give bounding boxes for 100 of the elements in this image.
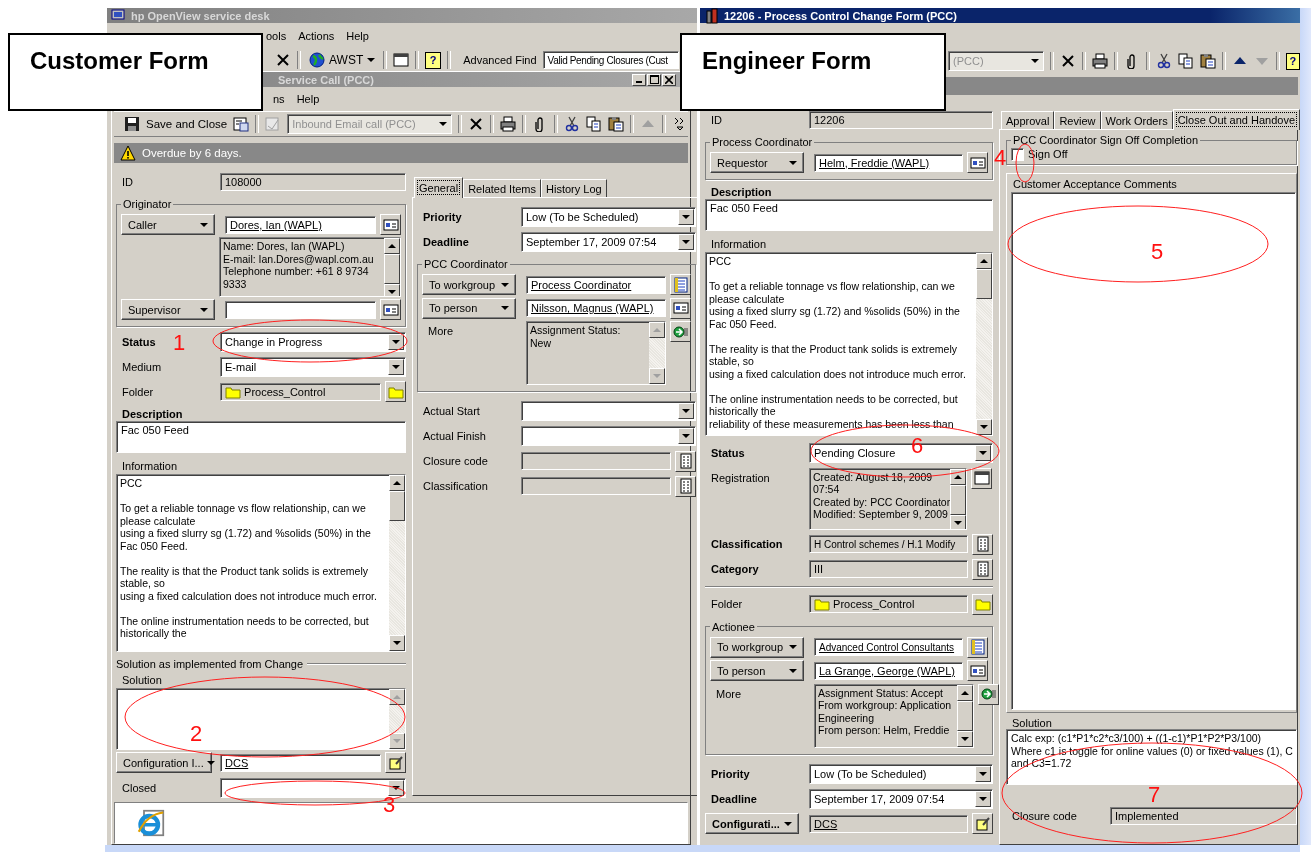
save-icon[interactable] xyxy=(124,116,140,132)
scrollbar[interactable] xyxy=(105,845,1300,852)
field-label: Priority xyxy=(422,210,462,223)
person-dropdown-button[interactable]: To person xyxy=(422,297,516,319)
tab[interactable]: Close Out and Handove xyxy=(1172,109,1300,130)
status-dropdown[interactable]: Change in Progress xyxy=(220,331,406,352)
configuration-dropdown-button[interactable]: Configuration I... xyxy=(116,752,212,773)
contact-card-button[interactable] xyxy=(380,299,401,320)
printer-icon[interactable] xyxy=(500,116,516,132)
tab[interactable]: Approval xyxy=(1001,111,1055,129)
configuration-field[interactable]: DCS xyxy=(809,814,968,833)
cut-icon[interactable] xyxy=(1155,53,1172,69)
closed-dropdown[interactable] xyxy=(220,777,406,798)
actual-start-dropdown[interactable] xyxy=(521,401,696,421)
person-field[interactable]: La Grange, George (WAPL) xyxy=(814,661,963,680)
menu-item[interactable]: Help xyxy=(295,93,321,105)
paste-icon[interactable] xyxy=(1199,53,1216,69)
delete-icon[interactable] xyxy=(468,116,484,132)
scrollbar[interactable] xyxy=(389,689,405,749)
workgroup-dropdown-button[interactable]: To workgroup xyxy=(710,636,804,658)
solution-box[interactable] xyxy=(116,688,406,750)
lookup-button[interactable] xyxy=(972,558,993,580)
menu-item[interactable]: Help xyxy=(345,30,370,42)
lookup-button[interactable] xyxy=(675,475,696,497)
note-button[interactable] xyxy=(385,752,406,773)
tab[interactable]: Review xyxy=(1054,111,1101,129)
person-field[interactable]: Nilsson, Magnus (WAPL) xyxy=(526,299,666,317)
browser-icon[interactable] xyxy=(137,809,165,837)
history-button[interactable] xyxy=(971,467,992,489)
help-button[interactable]: ? xyxy=(1285,52,1300,70)
information-box[interactable] xyxy=(116,474,406,652)
contact-card-button[interactable] xyxy=(670,297,691,319)
tab[interactable]: History Log xyxy=(541,179,607,197)
menu-item[interactable]: ns xyxy=(272,93,286,105)
lookup-button[interactable] xyxy=(972,533,993,555)
menu-item[interactable]: ools xyxy=(265,30,288,42)
scrollbar[interactable] xyxy=(957,684,973,747)
requestor-dropdown-button[interactable]: Requestor xyxy=(710,152,804,173)
field-label: Status xyxy=(121,335,156,348)
description-field[interactable]: Fac 050 Feed xyxy=(705,199,993,231)
deadline-dropdown[interactable]: September 17, 2009 07:54 xyxy=(521,231,696,252)
information-paragraph: To get a reliable tonnage vs flow relationship, can we please calculate using a fixed slurry sg (1.72) and %solids (50%) in the Fac 050 Feed. xyxy=(709,280,961,330)
tab[interactable]: General xyxy=(414,177,464,198)
medium-dropdown[interactable]: E-mail xyxy=(220,356,406,377)
note-button[interactable] xyxy=(972,813,993,834)
copy-icon[interactable] xyxy=(586,116,602,132)
workgroup-dropdown-button[interactable]: To workgroup xyxy=(422,274,516,295)
profile-dropdown[interactable]: AWST xyxy=(307,52,378,68)
supervisor-field[interactable] xyxy=(225,300,376,319)
delete-icon[interactable] xyxy=(1059,53,1076,69)
tab[interactable]: Work Orders xyxy=(1100,111,1173,129)
contact-card-button[interactable] xyxy=(967,660,988,681)
caller-dropdown-button[interactable]: Caller xyxy=(121,214,215,235)
copy-icon[interactable] xyxy=(1177,53,1194,69)
scrollbar[interactable] xyxy=(649,322,665,384)
scrollbar[interactable] xyxy=(950,468,966,529)
find-field[interactable]: Valid Pending Closures (Cust xyxy=(542,51,679,69)
folder-button[interactable] xyxy=(972,593,993,615)
window-icon[interactable] xyxy=(393,52,410,68)
requestor-field[interactable]: Helm, Freddie (WAPL) xyxy=(814,153,963,172)
menu-item[interactable]: Actions xyxy=(297,30,336,42)
save-and-close-button[interactable]: Save and Close xyxy=(146,118,228,130)
workgroup-field[interactable]: Advanced Control Consultants xyxy=(814,638,963,656)
scrollbar[interactable] xyxy=(389,475,405,651)
printer-icon[interactable] xyxy=(1091,53,1108,69)
form-icon[interactable] xyxy=(233,116,250,132)
help-button[interactable]: ? xyxy=(425,51,442,69)
paste-icon[interactable] xyxy=(608,116,624,132)
delete-icon[interactable] xyxy=(275,52,291,68)
configuration-field[interactable]: DCS xyxy=(220,753,381,772)
forward-button[interactable] xyxy=(978,683,999,705)
priority-dropdown[interactable]: Low (To be Scheduled) xyxy=(809,763,993,784)
information-box[interactable] xyxy=(705,252,993,436)
caller-field[interactable]: Dores, Ian (WAPL) xyxy=(225,215,376,234)
supervisor-dropdown-button[interactable]: Supervisor xyxy=(121,299,215,320)
scrollbar[interactable] xyxy=(384,238,400,296)
list-button[interactable] xyxy=(967,636,988,658)
scrollbar[interactable] xyxy=(976,253,992,435)
workgroup-field[interactable]: Process Coordinator xyxy=(526,275,666,294)
forward-button[interactable] xyxy=(670,321,691,342)
list-button[interactable] xyxy=(670,274,691,295)
field-label: ID xyxy=(710,113,722,126)
field-label: Solution xyxy=(122,674,162,686)
sign-off-checkbox[interactable]: Sign Off xyxy=(1011,146,1292,162)
configuration-dropdown-button[interactable]: Configurati... xyxy=(705,813,799,834)
scrollbar[interactable] xyxy=(1300,8,1311,845)
deadline-dropdown[interactable]: September 17, 2009 07:54 xyxy=(809,788,993,809)
description-field[interactable]: Fac 050 Feed xyxy=(116,421,406,453)
tab[interactable]: Related Items xyxy=(463,179,541,197)
form-icon xyxy=(265,116,282,132)
folder-button[interactable] xyxy=(385,381,406,402)
person-dropdown-button[interactable]: To person xyxy=(710,660,804,681)
actual-finish-dropdown[interactable] xyxy=(521,426,696,446)
lookup-button[interactable] xyxy=(675,450,696,472)
field-label: Classification xyxy=(710,538,783,550)
priority-dropdown[interactable]: Low (To be Scheduled) xyxy=(521,206,696,227)
contact-card-button[interactable] xyxy=(967,152,988,173)
cut-icon[interactable] xyxy=(564,116,580,132)
annotation-number: 1 xyxy=(173,333,186,353)
contact-card-button[interactable] xyxy=(380,214,401,235)
